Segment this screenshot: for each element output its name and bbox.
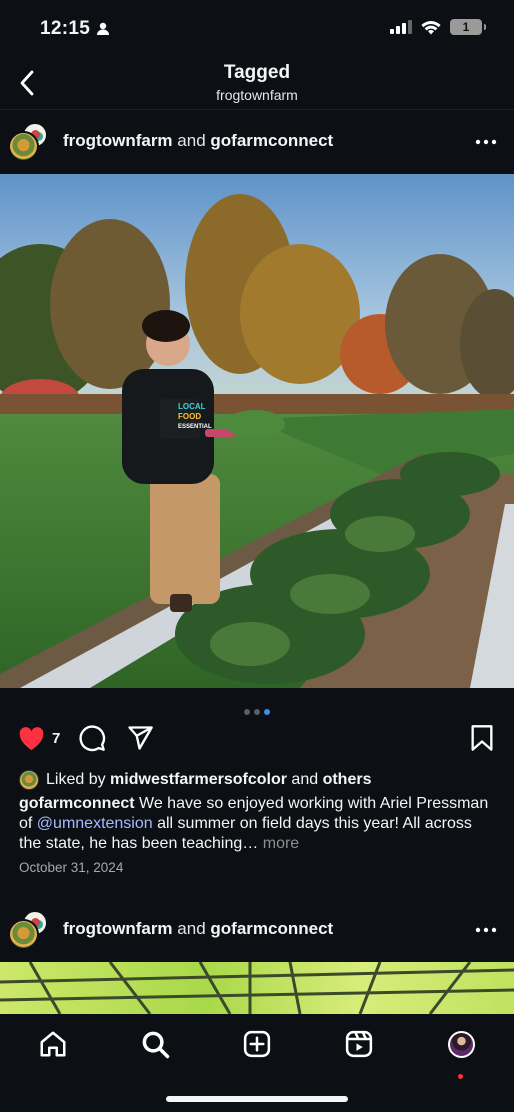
send-icon[interactable] [126,724,154,752]
signal-icon [390,20,412,34]
post-authors: frogtownfarm and gofarmconnect [63,919,333,939]
post-caption: gofarmconnect We have so enjoyed working… [19,794,495,854]
more-horizontal-icon[interactable] [474,132,498,152]
status-bar: 12:15 1 [0,0,514,56]
liked-by-others[interactable]: others [323,771,372,789]
page-header: Tagged frogtownfarm [0,56,514,110]
liked-by[interactable]: Liked by midwestfarmersofcolor and other… [19,770,371,790]
farm-field-photo: LOCAL FOOD ESSENTIAL [0,174,514,688]
wifi-icon [421,20,441,34]
liked-by-user[interactable]: midwestfarmersofcolor [110,771,287,789]
shirt-text-line2: FOOD [178,412,201,421]
author-link[interactable]: gofarmconnect [210,131,333,150]
post-photo[interactable] [0,962,514,1014]
avatar-stack[interactable] [8,122,48,162]
status-indicators: 1 [390,19,486,35]
liked-by-prefix: Liked by [46,771,111,788]
tab-reels[interactable] [341,1026,377,1062]
create-icon [243,1030,271,1058]
author-link[interactable]: frogtownfarm [63,919,173,938]
avatar-stack[interactable] [8,910,48,950]
author-link[interactable]: frogtownfarm [63,131,173,150]
carousel-dot-active [264,709,270,715]
notification-dot [458,1074,463,1079]
heart-filled-icon[interactable] [17,724,46,752]
avatar-frogtownfarm[interactable] [8,919,39,950]
tab-profile[interactable] [443,1026,479,1062]
carousel-indicator [0,702,514,715]
home-icon [40,1031,66,1057]
liked-by-and: and [286,771,323,788]
home-indicator[interactable] [166,1096,348,1102]
avatar-frogtownfarm[interactable] [8,131,39,162]
tab-home[interactable] [35,1026,71,1062]
greenhouse-photo [0,962,514,1014]
tab-create[interactable] [239,1026,275,1062]
person-icon [97,22,109,35]
post-header: frogtownfarm and gofarmconnect [0,110,514,174]
tab-search[interactable] [137,1026,173,1062]
profile-avatar [447,1030,475,1058]
liked-by-avatar [19,770,39,790]
bookmark-icon[interactable] [470,724,494,752]
post-authors: frogtownfarm and gofarmconnect [63,131,333,151]
post-header: frogtownfarm and gofarmconnect [0,898,514,962]
author-link[interactable]: gofarmconnect [210,919,333,938]
reels-icon [345,1030,373,1058]
battery-icon: 1 [450,19,486,35]
shirt-text-line1: LOCAL [178,402,206,411]
page-title: Tagged [223,62,291,83]
carousel-dot [254,709,260,715]
caption-user[interactable]: gofarmconnect [19,795,135,812]
caption-more-link[interactable]: more [263,835,299,852]
caption-mention[interactable]: @umnextension [37,815,153,832]
author-and: and [177,919,206,938]
author-and: and [177,131,206,150]
carousel-dot [244,709,250,715]
shirt-text-line3: ESSENTIAL [178,424,212,430]
search-icon [142,1031,170,1059]
comment-icon[interactable] [78,724,106,752]
status-time: 12:15 [40,18,91,39]
post-actions: 7 [0,722,514,756]
post-date: October 31, 2024 [19,860,124,875]
post-photo[interactable]: LOCAL FOOD ESSENTIAL [0,174,514,688]
page-subtitle: frogtownfarm [216,87,298,103]
more-horizontal-icon[interactable] [474,920,498,940]
like-count[interactable]: 7 [52,730,60,747]
